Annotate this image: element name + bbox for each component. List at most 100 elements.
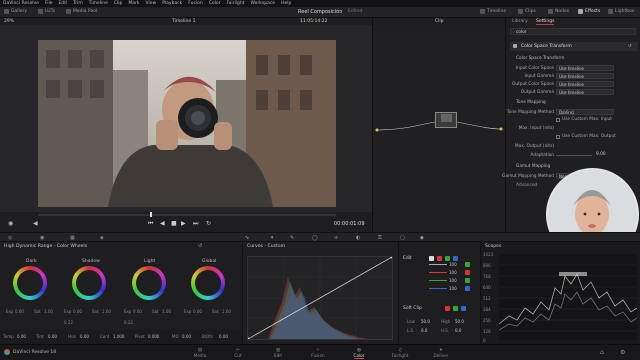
key-icon[interactable]: ⚿ [378, 235, 382, 241]
volume-icon[interactable]: ◀ [33, 220, 38, 227]
menu-clip[interactable]: Clip [114, 1, 123, 6]
search-input[interactable]: color [510, 28, 636, 35]
page-edit[interactable]: ▥ Edit [266, 347, 290, 359]
tone-method-select[interactable]: DaVinci [556, 109, 614, 115]
adaptation-value[interactable]: 9.00 [596, 152, 606, 157]
menu-fairlight[interactable]: Fairlight [226, 1, 244, 6]
nodes-toggle[interactable]: Nodes [548, 9, 569, 14]
window-icon[interactable]: ◯ [312, 235, 318, 241]
page-fusion[interactable]: ✧ Fusion [306, 347, 330, 359]
waveform[interactable] [498, 254, 638, 340]
reset-icon[interactable]: ↺ [628, 44, 632, 49]
red-value[interactable]: 100 [449, 270, 457, 275]
3d-icon[interactable]: ◆ [420, 235, 424, 241]
luts-button[interactable]: LUTs [38, 9, 55, 14]
soft-clip-red[interactable] [445, 306, 450, 311]
menu-color[interactable]: Color [209, 1, 221, 6]
video-frame[interactable] [38, 40, 336, 207]
edit-red-swatch[interactable] [437, 256, 442, 261]
red-link-icon[interactable] [465, 270, 470, 275]
menu-view[interactable]: View [146, 1, 157, 6]
contrast-value[interactable]: 1.000 [113, 334, 124, 339]
motion-icon[interactable]: ◈ [100, 235, 104, 241]
pivot-value[interactable]: 0.000 [148, 334, 159, 339]
qualifier-icon[interactable]: ✎ [290, 235, 294, 241]
menu-workspace[interactable]: Workspace [250, 1, 275, 6]
y-value[interactable]: 100 [449, 262, 457, 267]
page-deliver[interactable]: ➤ Deliver [428, 347, 454, 359]
node-editor[interactable] [372, 25, 505, 232]
page-media[interactable]: ▤ Media [188, 347, 212, 359]
light-wheel[interactable] [132, 266, 166, 300]
menu-fusion[interactable]: Fusion [188, 1, 202, 6]
menu-playback[interactable]: Playback [162, 1, 182, 6]
green-value[interactable]: 100 [449, 278, 457, 283]
light-cv[interactable]: 0.22 [124, 320, 133, 325]
y-slider[interactable] [429, 264, 447, 265]
custom-max-input-checkbox[interactable] [556, 117, 560, 122]
sizing-icon[interactable]: ▢ [400, 235, 405, 241]
section-advanced[interactable]: Advanced [516, 183, 537, 188]
hs-value[interactable]: 0.0 [455, 328, 461, 333]
input-color-space-select[interactable]: Use timeline [556, 65, 614, 71]
scrub-bar[interactable] [38, 214, 336, 216]
menu-mark[interactable]: Mark [128, 1, 139, 6]
global-wheel[interactable] [191, 266, 225, 300]
light-sat[interactable]: 1.00 [162, 309, 171, 314]
loop-icon[interactable]: ↻ [206, 220, 211, 227]
tracker-icon[interactable]: ✛ [334, 235, 338, 241]
section-cst[interactable]: Color Space Transform [516, 56, 564, 61]
media-pool-button[interactable]: Media Pool [66, 9, 97, 14]
shadow-sat[interactable]: 1.00 [102, 309, 111, 314]
gallery-button[interactable]: Gallery [4, 9, 27, 14]
output-color-space-select[interactable]: Use timeline [556, 81, 614, 87]
section-gamut[interactable]: Gamut Mapping [516, 164, 550, 169]
curve-graph[interactable] [246, 255, 394, 341]
color-warper-icon[interactable]: ✦ [270, 235, 274, 241]
playhead[interactable] [150, 212, 152, 217]
rgb-mixer-icon[interactable]: ▦ [70, 235, 75, 241]
clips-toggle[interactable]: Clips [518, 9, 536, 14]
timeline-toggle[interactable]: Timeline [480, 9, 506, 14]
play-icon[interactable]: ▶ [181, 220, 186, 227]
menu-edit[interactable]: Edit [58, 1, 67, 6]
input-gamma-select[interactable]: Use timeline [556, 73, 614, 79]
curves-icon[interactable]: ∿ [245, 235, 249, 241]
adaptation-slider[interactable] [556, 155, 592, 156]
node-01[interactable] [435, 112, 457, 128]
soft-clip-blue[interactable] [461, 306, 466, 311]
menu-help[interactable]: Help [281, 1, 291, 6]
home-icon[interactable]: ⌂ [600, 349, 604, 356]
edit-green-swatch[interactable] [445, 256, 450, 261]
edit-blue-swatch[interactable] [453, 256, 458, 261]
temp-value[interactable]: 0.00 [17, 334, 26, 339]
play-reverse-icon[interactable]: ◀ [160, 220, 165, 227]
blue-link-icon[interactable] [465, 286, 470, 291]
blue-value[interactable]: 100 [449, 286, 457, 291]
wheels-reset-icon[interactable]: ↺ [198, 243, 202, 249]
low-value[interactable]: 50.0 [421, 319, 430, 324]
green-slider[interactable] [429, 280, 447, 281]
menu-app[interactable]: DaVinci Resolve [3, 1, 39, 6]
global-sat[interactable]: 1.00 [222, 309, 231, 314]
tab-settings[interactable]: Settings [536, 19, 555, 25]
dark-sat[interactable]: 1.00 [44, 309, 53, 314]
page-color[interactable]: ◎ Color [346, 347, 372, 359]
blur-icon[interactable]: ◐ [356, 235, 360, 241]
stop-icon[interactable]: ■ [171, 220, 177, 227]
high-value[interactable]: 50.0 [455, 319, 464, 324]
audio-icon[interactable]: ◉ [8, 220, 13, 227]
dark-wheel[interactable] [13, 266, 47, 300]
y-link-icon[interactable] [465, 262, 470, 267]
page-cut[interactable]: ✂ Cut [226, 347, 250, 359]
shadow-cv[interactable]: 0.22 [64, 320, 73, 325]
red-slider[interactable] [429, 272, 447, 273]
shadow-wheel[interactable] [72, 266, 106, 300]
edit-y-swatch[interactable] [429, 256, 434, 261]
global-exp[interactable]: 0.00 [193, 309, 202, 314]
section-tone[interactable]: Tone Mapping [516, 100, 546, 105]
soft-clip-green[interactable] [453, 306, 458, 311]
hue-value[interactable]: 0.00 [80, 334, 89, 339]
custom-max-output-checkbox[interactable] [556, 134, 560, 139]
tint-value[interactable]: 0.00 [48, 334, 57, 339]
